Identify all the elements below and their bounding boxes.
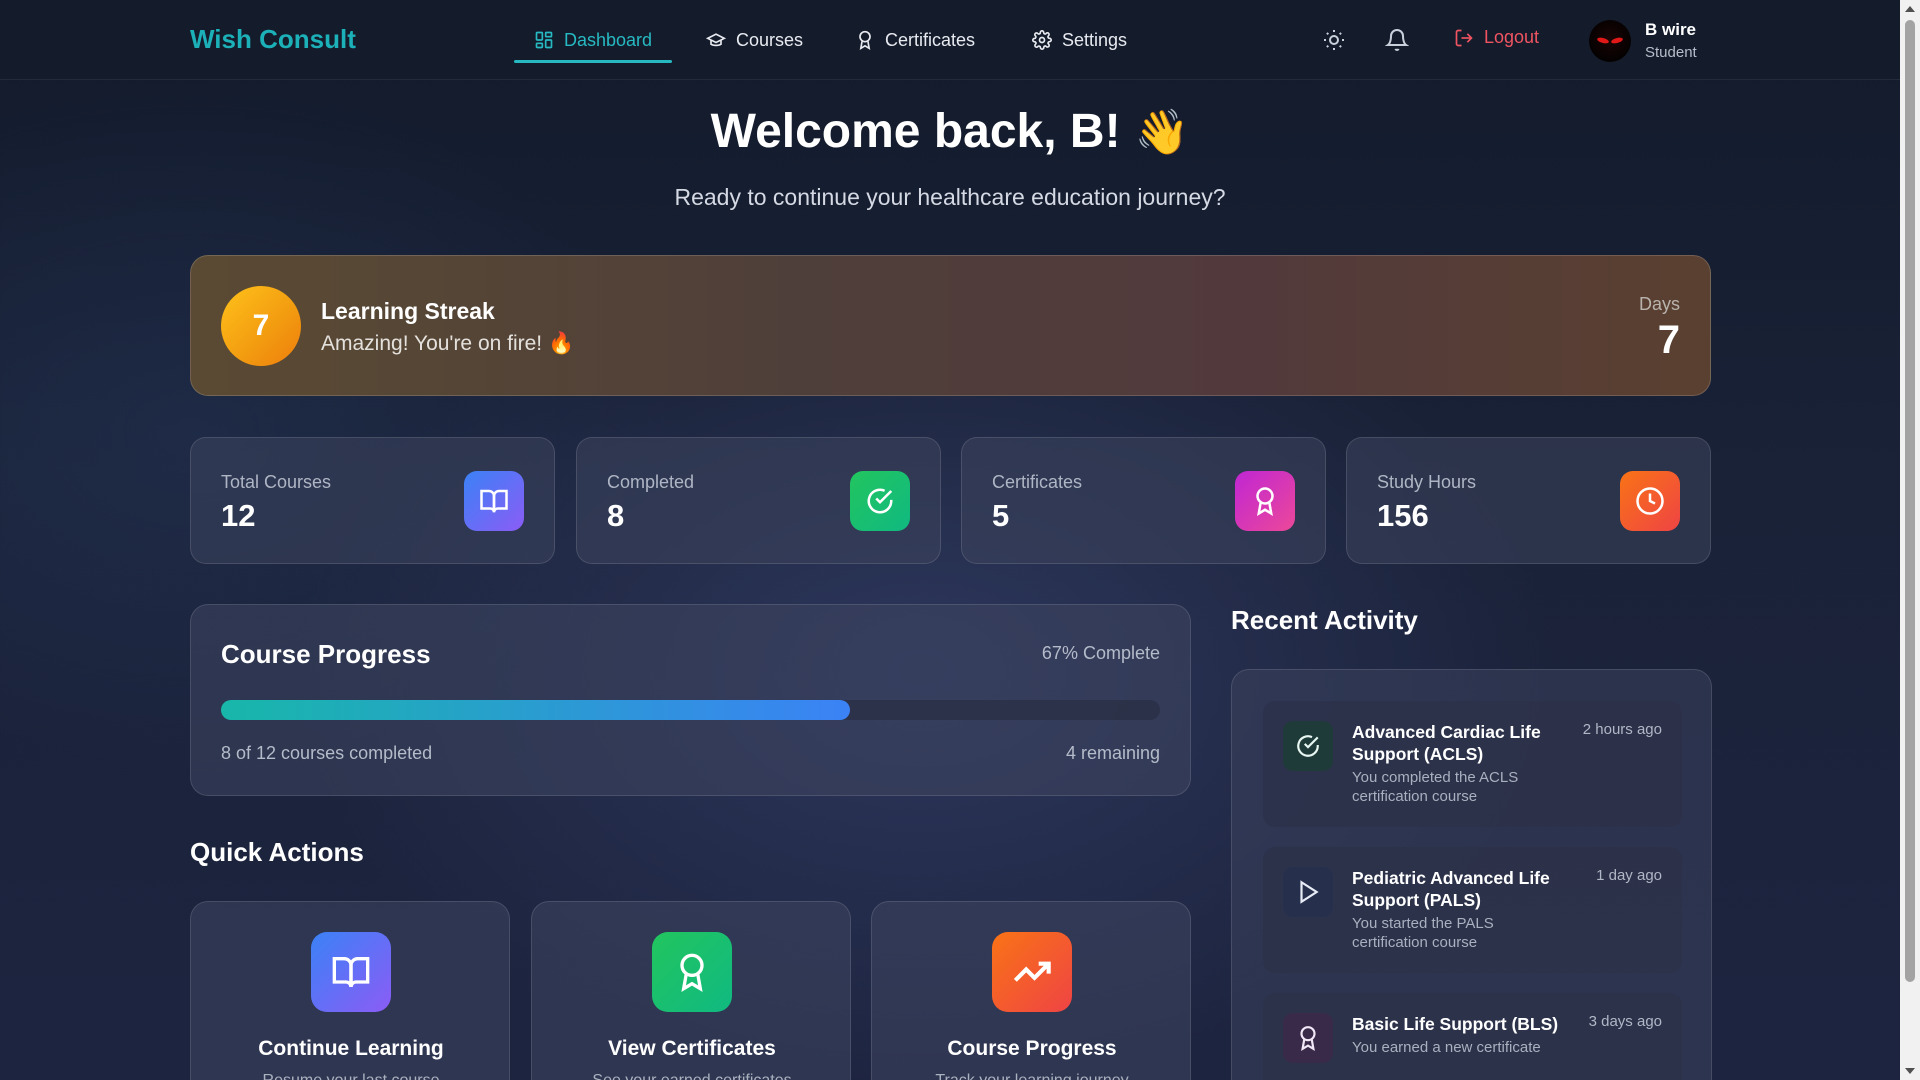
nav-courses-label: Courses (736, 29, 804, 50)
progress-remaining-label: 4 remaining (1065, 743, 1160, 763)
nav-courses[interactable]: Courses (706, 0, 803, 80)
nav-settings-label: Settings (1062, 29, 1128, 50)
nav-certificates[interactable]: Certificates (855, 0, 975, 80)
stat-value: 5 (992, 498, 1010, 533)
streak-days-label: Days (1638, 294, 1680, 314)
book-open-icon (311, 932, 391, 1012)
stat-label: Completed (607, 472, 695, 492)
waving-hand-icon: 👋 (1134, 108, 1190, 157)
quick-action-subtitle: Resume your last course (191, 1072, 511, 1080)
stat-value: 8 (607, 498, 625, 533)
welcome-subtitle: Ready to continue your healthcare educat… (674, 184, 1226, 210)
stat-card-study-hours: Study Hours 156 (1346, 437, 1711, 564)
top-navbar: Wish Consult Dashboard Courses Certifica… (0, 0, 1900, 80)
quick-action-title: View Certificates (608, 1037, 776, 1060)
dashboard-grid-icon (535, 31, 553, 49)
quick-action-continue-learning[interactable]: Continue Learning Resume your last cours… (190, 901, 510, 1080)
activity-time: 3 days ago (1588, 1013, 1662, 1030)
welcome-text: Welcome back, B! (710, 105, 1121, 158)
course-progress-card: Course Progress 67% Complete 8 of 12 cou… (190, 604, 1191, 796)
check-circle-icon (1283, 721, 1333, 771)
progress-completed-label: 8 of 12 courses completed (221, 743, 433, 763)
quick-action-view-certificates[interactable]: View Certificates See your earned certif… (531, 901, 851, 1080)
trending-up-icon (992, 932, 1072, 1012)
award-icon (652, 932, 732, 1012)
activity-title: Pediatric Advanced Life Support (PALS) (1352, 868, 1550, 910)
stat-card-total-courses: Total Courses 12 (190, 437, 555, 564)
scroll-up-arrow-icon[interactable] (1905, 6, 1915, 12)
stat-label: Study Hours (1377, 472, 1477, 492)
activity-description: You started the PALS certification cours… (1352, 915, 1494, 951)
quick-action-course-progress[interactable]: Course Progress Track your learning jour… (871, 901, 1191, 1080)
nav-dashboard[interactable]: Dashboard (514, 0, 673, 80)
learning-streak-card: 7 Learning Streak Amazing! You're on fir… (190, 255, 1711, 396)
quick-action-subtitle: Track your learning journey (872, 1072, 1192, 1080)
avatar[interactable] (1589, 20, 1631, 62)
gear-icon (1032, 30, 1052, 50)
clock-icon (1620, 471, 1680, 531)
scroll-thumb[interactable] (1905, 20, 1915, 982)
award-icon (1283, 1013, 1333, 1063)
stat-label: Certificates (992, 472, 1083, 492)
quick-action-subtitle: See your earned certificates (532, 1072, 852, 1080)
stat-value: 12 (221, 498, 256, 533)
award-icon (1235, 471, 1295, 531)
quick-action-title: Course Progress (947, 1037, 1117, 1060)
logout-icon (1455, 29, 1473, 46)
activity-description: You earned a new certificate (1352, 1039, 1541, 1056)
award-icon (859, 30, 871, 50)
quick-action-title: Continue Learning (258, 1037, 444, 1060)
streak-days-value: 7 (1657, 318, 1680, 362)
activity-item[interactable]: Basic Life Support (BLS) 3 days ago You … (1263, 993, 1682, 1080)
streak-subtitle: Amazing! You're on fire! 🔥 (321, 332, 575, 355)
logout-button[interactable]: Logout (1454, 27, 1539, 48)
quick-actions-title: Quick Actions (190, 837, 364, 867)
nav-dashboard-label: Dashboard (564, 29, 653, 50)
user-name: B wire (1645, 20, 1697, 39)
stat-label: Total Courses (221, 472, 332, 492)
stat-card-certificates: Certificates 5 (961, 437, 1326, 564)
stat-value: 156 (1377, 498, 1429, 533)
stat-card-completed: Completed 8 (576, 437, 941, 564)
user-role: Student (1645, 44, 1697, 61)
activity-time: 2 hours ago (1582, 721, 1662, 738)
book-open-icon (464, 471, 524, 531)
activity-item[interactable]: Pediatric Advanced Life Support (PALS) 1… (1263, 847, 1682, 973)
progress-bar-track (221, 700, 1160, 720)
brand-logo[interactable]: Wish Consult (190, 24, 356, 55)
streak-badge: 7 (221, 286, 301, 366)
scroll-down-arrow-icon[interactable] (1905, 1068, 1915, 1074)
welcome-heading: Welcome back, B! 👋 (0, 104, 1900, 159)
progress-bar-fill (221, 700, 851, 720)
progress-title: Course Progress (221, 639, 431, 669)
activity-time: 1 day ago (1596, 867, 1662, 884)
streak-title: Learning Streak (321, 298, 495, 324)
graduation-cap-icon (706, 33, 726, 47)
sun-theme-toggle-icon[interactable] (1322, 28, 1346, 52)
logout-label: Logout (1484, 27, 1540, 47)
activity-title: Advanced Cardiac Life Support (ACLS) (1352, 722, 1541, 764)
nav-settings[interactable]: Settings (1032, 0, 1127, 80)
recent-activity-panel: Advanced Cardiac Life Support (ACLS) 2 h… (1231, 669, 1712, 1080)
play-icon (1283, 867, 1333, 917)
activity-title: Basic Life Support (BLS) (1352, 1014, 1559, 1034)
check-circle-icon (850, 471, 910, 531)
bell-notification-icon[interactable] (1385, 28, 1409, 52)
activity-description: You completed the ACLS certification cou… (1352, 769, 1519, 805)
recent-activity-title: Recent Activity (1231, 605, 1418, 635)
nav-certificates-label: Certificates (885, 29, 976, 50)
page-scrollbar[interactable] (1900, 0, 1920, 1080)
activity-item[interactable]: Advanced Cardiac Life Support (ACLS) 2 h… (1263, 701, 1682, 827)
progress-percent-label: 67% Complete (1041, 643, 1160, 663)
